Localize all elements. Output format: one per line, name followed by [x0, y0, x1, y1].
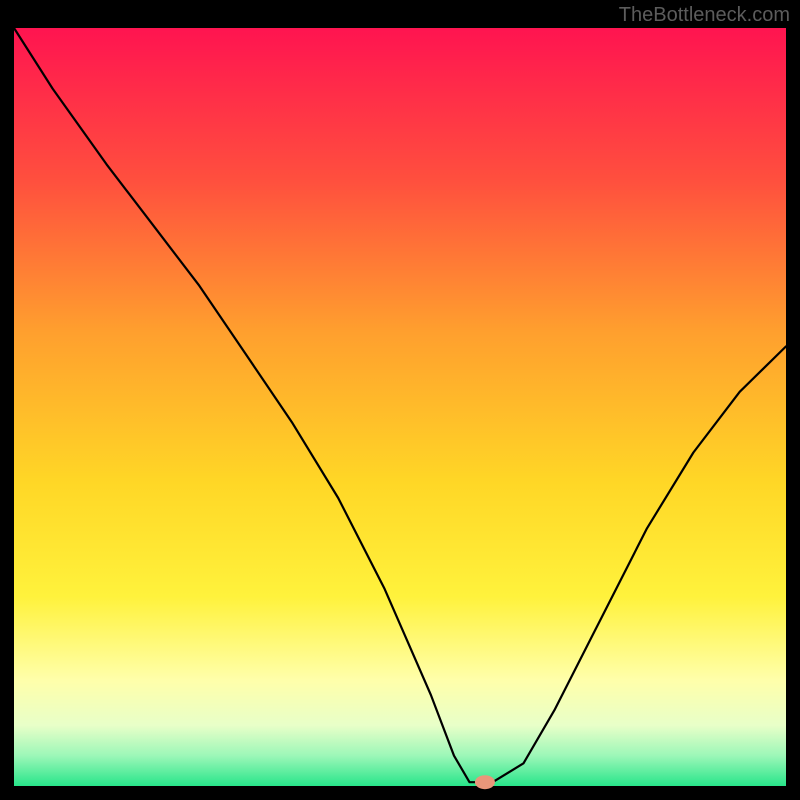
chart-plot-area	[14, 28, 786, 786]
attribution-label: TheBottleneck.com	[619, 4, 790, 27]
chart-container: TheBottleneck.com	[0, 0, 800, 800]
optimal-point-marker	[475, 775, 495, 789]
bottleneck-chart	[0, 0, 800, 800]
